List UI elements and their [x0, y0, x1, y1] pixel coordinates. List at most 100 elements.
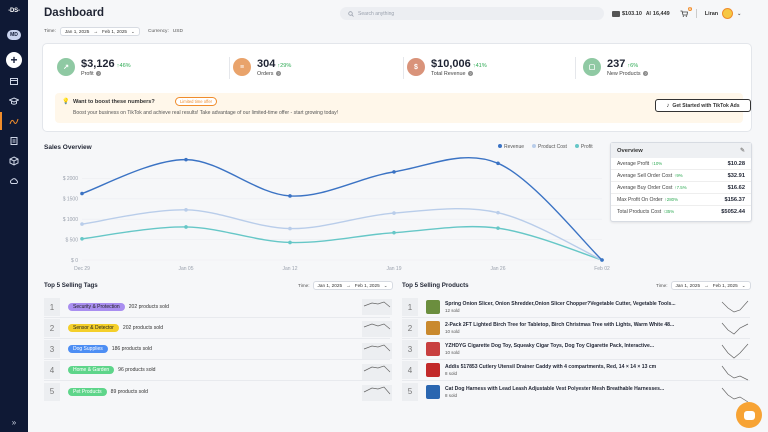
add-button[interactable]: +	[6, 52, 22, 68]
date-range-picker[interactable]: Jan 1, 2025 → Feb 1, 2025 ⌄	[312, 281, 393, 290]
list-icon[interactable]	[7, 134, 21, 148]
sales-overview-title: Sales Overview	[44, 144, 92, 151]
cloud-icon[interactable]	[7, 174, 21, 188]
graduation-cap-icon[interactable]	[7, 94, 21, 108]
product-name: Cat Dog Harness with Lead Leash Adjustab…	[445, 385, 665, 392]
stat-label: Total Revenue	[431, 70, 466, 77]
rank-number: 1	[44, 298, 60, 316]
box-icon: ▢	[583, 58, 601, 76]
currency-label: Currency:	[147, 29, 169, 34]
box-icon[interactable]	[7, 74, 21, 88]
date-range-picker[interactable]: Jan 1, 2025 → Feb 1, 2025 ⌄	[670, 281, 751, 290]
product-name: 2-Pack 2FT Lighted Birch Tree for Tablet…	[445, 322, 675, 328]
expand-sidebar-icon[interactable]: »	[7, 415, 21, 429]
data-point	[496, 210, 500, 215]
help-icon[interactable]: ?	[275, 70, 281, 76]
cube-icon[interactable]	[7, 154, 21, 168]
tag-sold: 89 products sold	[110, 388, 149, 395]
x-tick-label: Jan 26	[490, 266, 505, 272]
x-tick-label: Dec 29	[74, 266, 90, 272]
product-name: YZHDYG Cigarette Dog Toy, Squeaky Cigar …	[445, 343, 655, 349]
x-tick-label: Jan 12	[282, 266, 297, 272]
data-point	[184, 157, 188, 162]
search-placeholder: Search anything	[358, 10, 395, 17]
legend-revenue[interactable]: Revenue	[498, 144, 524, 150]
data-point	[496, 161, 500, 166]
stat-label: Profit	[81, 70, 94, 77]
tag-row[interactable]: 4 Home & Garden 96 products sold	[44, 360, 390, 381]
app-logo[interactable]: -DS-	[4, 8, 24, 18]
tag-row[interactable]: 2 Sensor & Detector 202 products sold	[44, 318, 390, 339]
data-point	[184, 208, 188, 212]
x-tick-label: Feb 02	[594, 266, 610, 272]
overview-row: Average Sell Order Cost ↑9% $32.91	[611, 170, 751, 182]
overview-row: Total Products Cost ↑35% $5052.44	[617, 209, 745, 215]
chart-icon[interactable]	[7, 114, 21, 128]
x-tick-label: Jan 05	[178, 266, 193, 272]
data-point	[184, 225, 188, 229]
notification-badge: 4	[687, 7, 692, 11]
sales-line-chart: $ 2000 $ 1500 $ 1000 $ 500 $ 0 Dec 29 Jan 05 Ja…	[63, 156, 610, 272]
stat-value: $3,126	[81, 57, 115, 70]
avatar[interactable]	[722, 8, 734, 19]
legend-product-cost[interactable]: Product Cost	[532, 144, 567, 150]
notifications-button[interactable]: 4	[680, 7, 692, 17]
edit-icon[interactable]: ✎	[740, 147, 745, 154]
help-icon[interactable]: ?	[467, 70, 473, 76]
tag-sold: 96 products sold	[118, 367, 156, 373]
product-row[interactable]: 5 Cat Dog Harness with Lead Leash Adjusta…	[402, 381, 750, 402]
tag-row[interactable]: 5 Pet Products 89 products sold	[44, 381, 390, 402]
product-row[interactable]: 2 2-Pack 2FT Lighted Birch Tree for Table…	[402, 318, 750, 339]
sidebar: -DS- MD + »	[0, 0, 28, 432]
points-value: 16,449	[652, 10, 670, 17]
top-products-title: Top 5 Selling Products	[402, 282, 469, 289]
product-image	[426, 321, 440, 335]
balance-display[interactable]: $103.10	[612, 10, 642, 17]
chevron-down-icon[interactable]: ⌄	[737, 11, 741, 17]
main-content: Dashboard Search anything $103.10 AI 16,…	[28, 0, 768, 432]
search-input[interactable]: Search anything	[340, 7, 604, 20]
stat-profit: ↗ $3,126 ↑46% Profit ?	[57, 55, 131, 79]
stat-change: ↑29%	[277, 62, 292, 69]
tags-time-filter: Time: Jan 1, 2025 → Feb 1, 2025 ⌄	[298, 281, 393, 290]
limited-offer-badge: Limited time offer	[175, 97, 218, 106]
tag-row[interactable]: 1 Security & Protection 202 products sold	[44, 297, 390, 318]
y-tick-label: $ 1000	[63, 217, 79, 223]
series-line-profit	[81, 225, 603, 261]
chevron-down-icon: ⌄	[741, 282, 746, 288]
tag-sparklines	[362, 299, 392, 401]
help-icon[interactable]: ?	[96, 70, 102, 76]
product-row[interactable]: 4 Addis 517853 Cutlery Utensil Drainer Ca…	[402, 360, 750, 381]
product-row[interactable]: 1 Spring Onion Slicer, Onion Shredder,Oni…	[402, 297, 750, 318]
tag-sold: 186 products sold	[111, 346, 152, 352]
product-sold: 10 sold	[445, 350, 460, 355]
chat-bubble-icon	[743, 410, 755, 420]
currency-select[interactable]: USD	[173, 29, 183, 34]
stat-orders: ≡ 304 ↑29% Orders ?	[233, 55, 291, 79]
overview-header: Overview ✎	[611, 143, 751, 158]
tag-row[interactable]: 3 Dog Supplies 186 products sold	[44, 339, 390, 360]
data-point	[496, 226, 500, 230]
overview-row: Max Profit On Order ↑280% $156.37	[611, 194, 751, 206]
ai-icon: AI	[645, 10, 651, 17]
product-image	[426, 342, 440, 356]
mode-badge[interactable]: MD	[7, 30, 21, 40]
date-arrow: →	[704, 283, 709, 288]
wallet-icon	[612, 10, 620, 17]
product-sold: 8 sold	[445, 371, 458, 376]
stat-value: 237	[607, 57, 626, 70]
legend-profit[interactable]: Profit	[574, 144, 593, 150]
product-name: Spring Onion Slicer, Onion Shredder,Onio…	[445, 301, 676, 307]
points-display[interactable]: AI 16,449	[646, 11, 670, 17]
product-row[interactable]: 3 YZHDYG Cigarette Dog Toy, Squeaky Cigar…	[402, 339, 750, 360]
rank-number: 4	[402, 361, 418, 379]
page-title: Dashboard	[44, 7, 105, 19]
y-tick-label: $ 500	[65, 237, 78, 243]
date-range-picker[interactable]: Jan 1, 2025 → Feb 1, 2025 ⌄	[59, 27, 140, 36]
time-label: Time:	[298, 283, 310, 288]
user-name[interactable]: Liran	[705, 11, 718, 17]
rank-number: 3	[402, 340, 418, 358]
chat-button[interactable]	[736, 402, 762, 428]
tiktok-ads-button[interactable]: ♪ Get Started with TikTok Ads	[655, 99, 751, 112]
help-icon[interactable]: ?	[643, 70, 649, 76]
